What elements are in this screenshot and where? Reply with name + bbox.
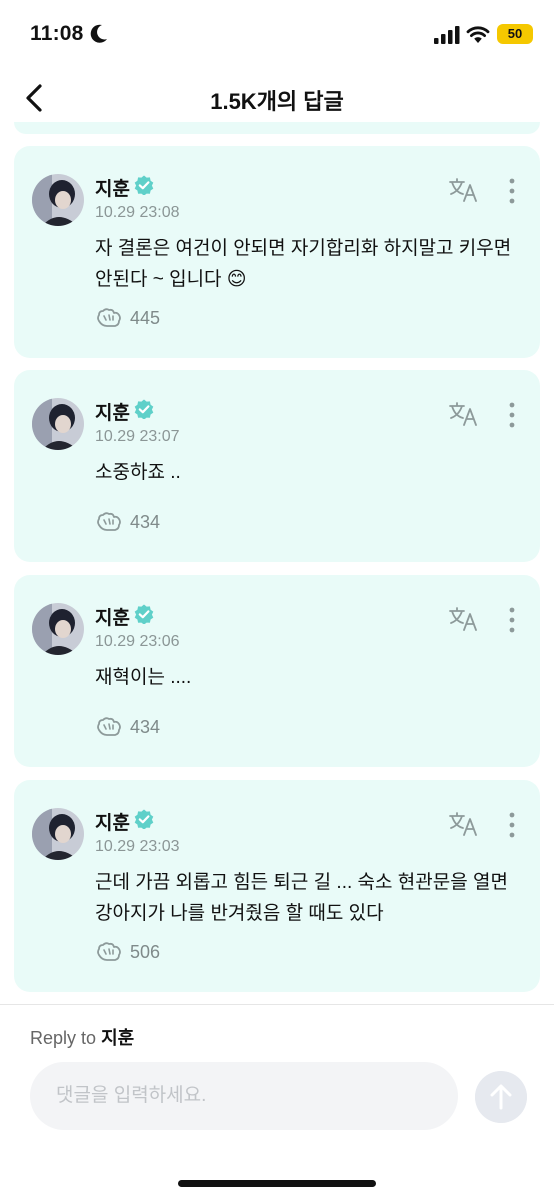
more-options-icon[interactable]: [502, 607, 522, 633]
avatar[interactable]: [32, 808, 84, 860]
comment-input[interactable]: [30, 1062, 458, 1130]
comment-date: 10.29 23:06: [95, 633, 180, 650]
comment-text: 재혁이는 ....: [95, 667, 192, 688]
verified-icon: [134, 175, 154, 195]
avatar-image: [32, 174, 84, 226]
comment-date: 10.29 23:08: [95, 204, 180, 221]
avatar-image: [32, 603, 84, 655]
like-paw-icon[interactable]: [95, 940, 123, 964]
battery-icon: 50: [497, 24, 533, 44]
verified-icon: [134, 604, 154, 624]
nav-bar: 1.5K개의 답글: [0, 70, 554, 126]
author-name[interactable]: 지훈: [95, 398, 130, 425]
avatar-image: [32, 398, 84, 450]
translate-icon[interactable]: [449, 812, 479, 836]
comment-text: 자 결론은 여건이 안되면 자기합리화 하지말고 키우면 안된다 ~ 입니다 😊: [95, 238, 512, 290]
reply-to-target: 지훈: [101, 1028, 135, 1048]
more-options-icon[interactable]: [502, 812, 522, 838]
reply-to-label: Reply to 지훈: [30, 1024, 134, 1050]
status-time: 11:08: [30, 22, 84, 45]
author-name[interactable]: 지훈: [95, 808, 130, 835]
author-name[interactable]: 지훈: [95, 174, 130, 201]
verified-icon: [134, 809, 154, 829]
comment-card: 지훈 10.29 23:06 재혁이는 .... 434: [14, 575, 540, 767]
avatar[interactable]: [32, 174, 84, 226]
translate-icon[interactable]: [449, 402, 479, 426]
comment-date: 10.29 23:03: [95, 838, 180, 855]
wifi-icon: [466, 26, 490, 43]
avatar[interactable]: [32, 603, 84, 655]
status-bar: 11:08 50: [0, 0, 554, 68]
like-paw-icon[interactable]: [95, 510, 123, 534]
reply-to-prefix: Reply to: [30, 1028, 97, 1048]
comment-date: 10.29 23:07: [95, 428, 180, 445]
like-paw-icon[interactable]: [95, 715, 123, 739]
comment-card: 지훈 10.29 23:07 소중하죠 .. 434: [14, 370, 540, 562]
like-count: 506: [130, 942, 161, 962]
translate-icon[interactable]: [449, 178, 479, 202]
more-options-icon[interactable]: [502, 402, 522, 428]
verified-icon: [134, 399, 154, 419]
comment-card: 지훈 10.29 23:03 근데 가끔 외롭고 힘든 퇴근 길 ... 숙소 …: [14, 780, 540, 992]
avatar-image: [32, 808, 84, 860]
divider: [0, 1004, 554, 1005]
translate-icon[interactable]: [449, 607, 479, 631]
avatar[interactable]: [32, 398, 84, 450]
comment-text: 소중하죠 ..: [95, 462, 181, 483]
like-count: 434: [130, 512, 161, 532]
page-title: 1.5K개의 답글: [210, 89, 344, 114]
more-options-icon[interactable]: [502, 178, 522, 204]
signal-icon: [434, 26, 460, 44]
like-paw-icon[interactable]: [95, 306, 123, 330]
comment-card: 지훈 10.29 23:08 자 결론은 여건이 안되면 자기합리화 하지말고 …: [14, 146, 540, 358]
author-name[interactable]: 지훈: [95, 603, 130, 630]
previous-card-edge: [14, 122, 540, 134]
like-count: 434: [130, 717, 161, 737]
home-indicator: [178, 1180, 376, 1187]
like-count: 445: [130, 308, 161, 328]
send-button[interactable]: [475, 1071, 527, 1123]
comment-text: 근데 가끔 외롭고 힘든 퇴근 길 ... 숙소 현관문을 열면 강아지가 나를…: [95, 872, 508, 924]
moon-icon: [90, 24, 107, 43]
